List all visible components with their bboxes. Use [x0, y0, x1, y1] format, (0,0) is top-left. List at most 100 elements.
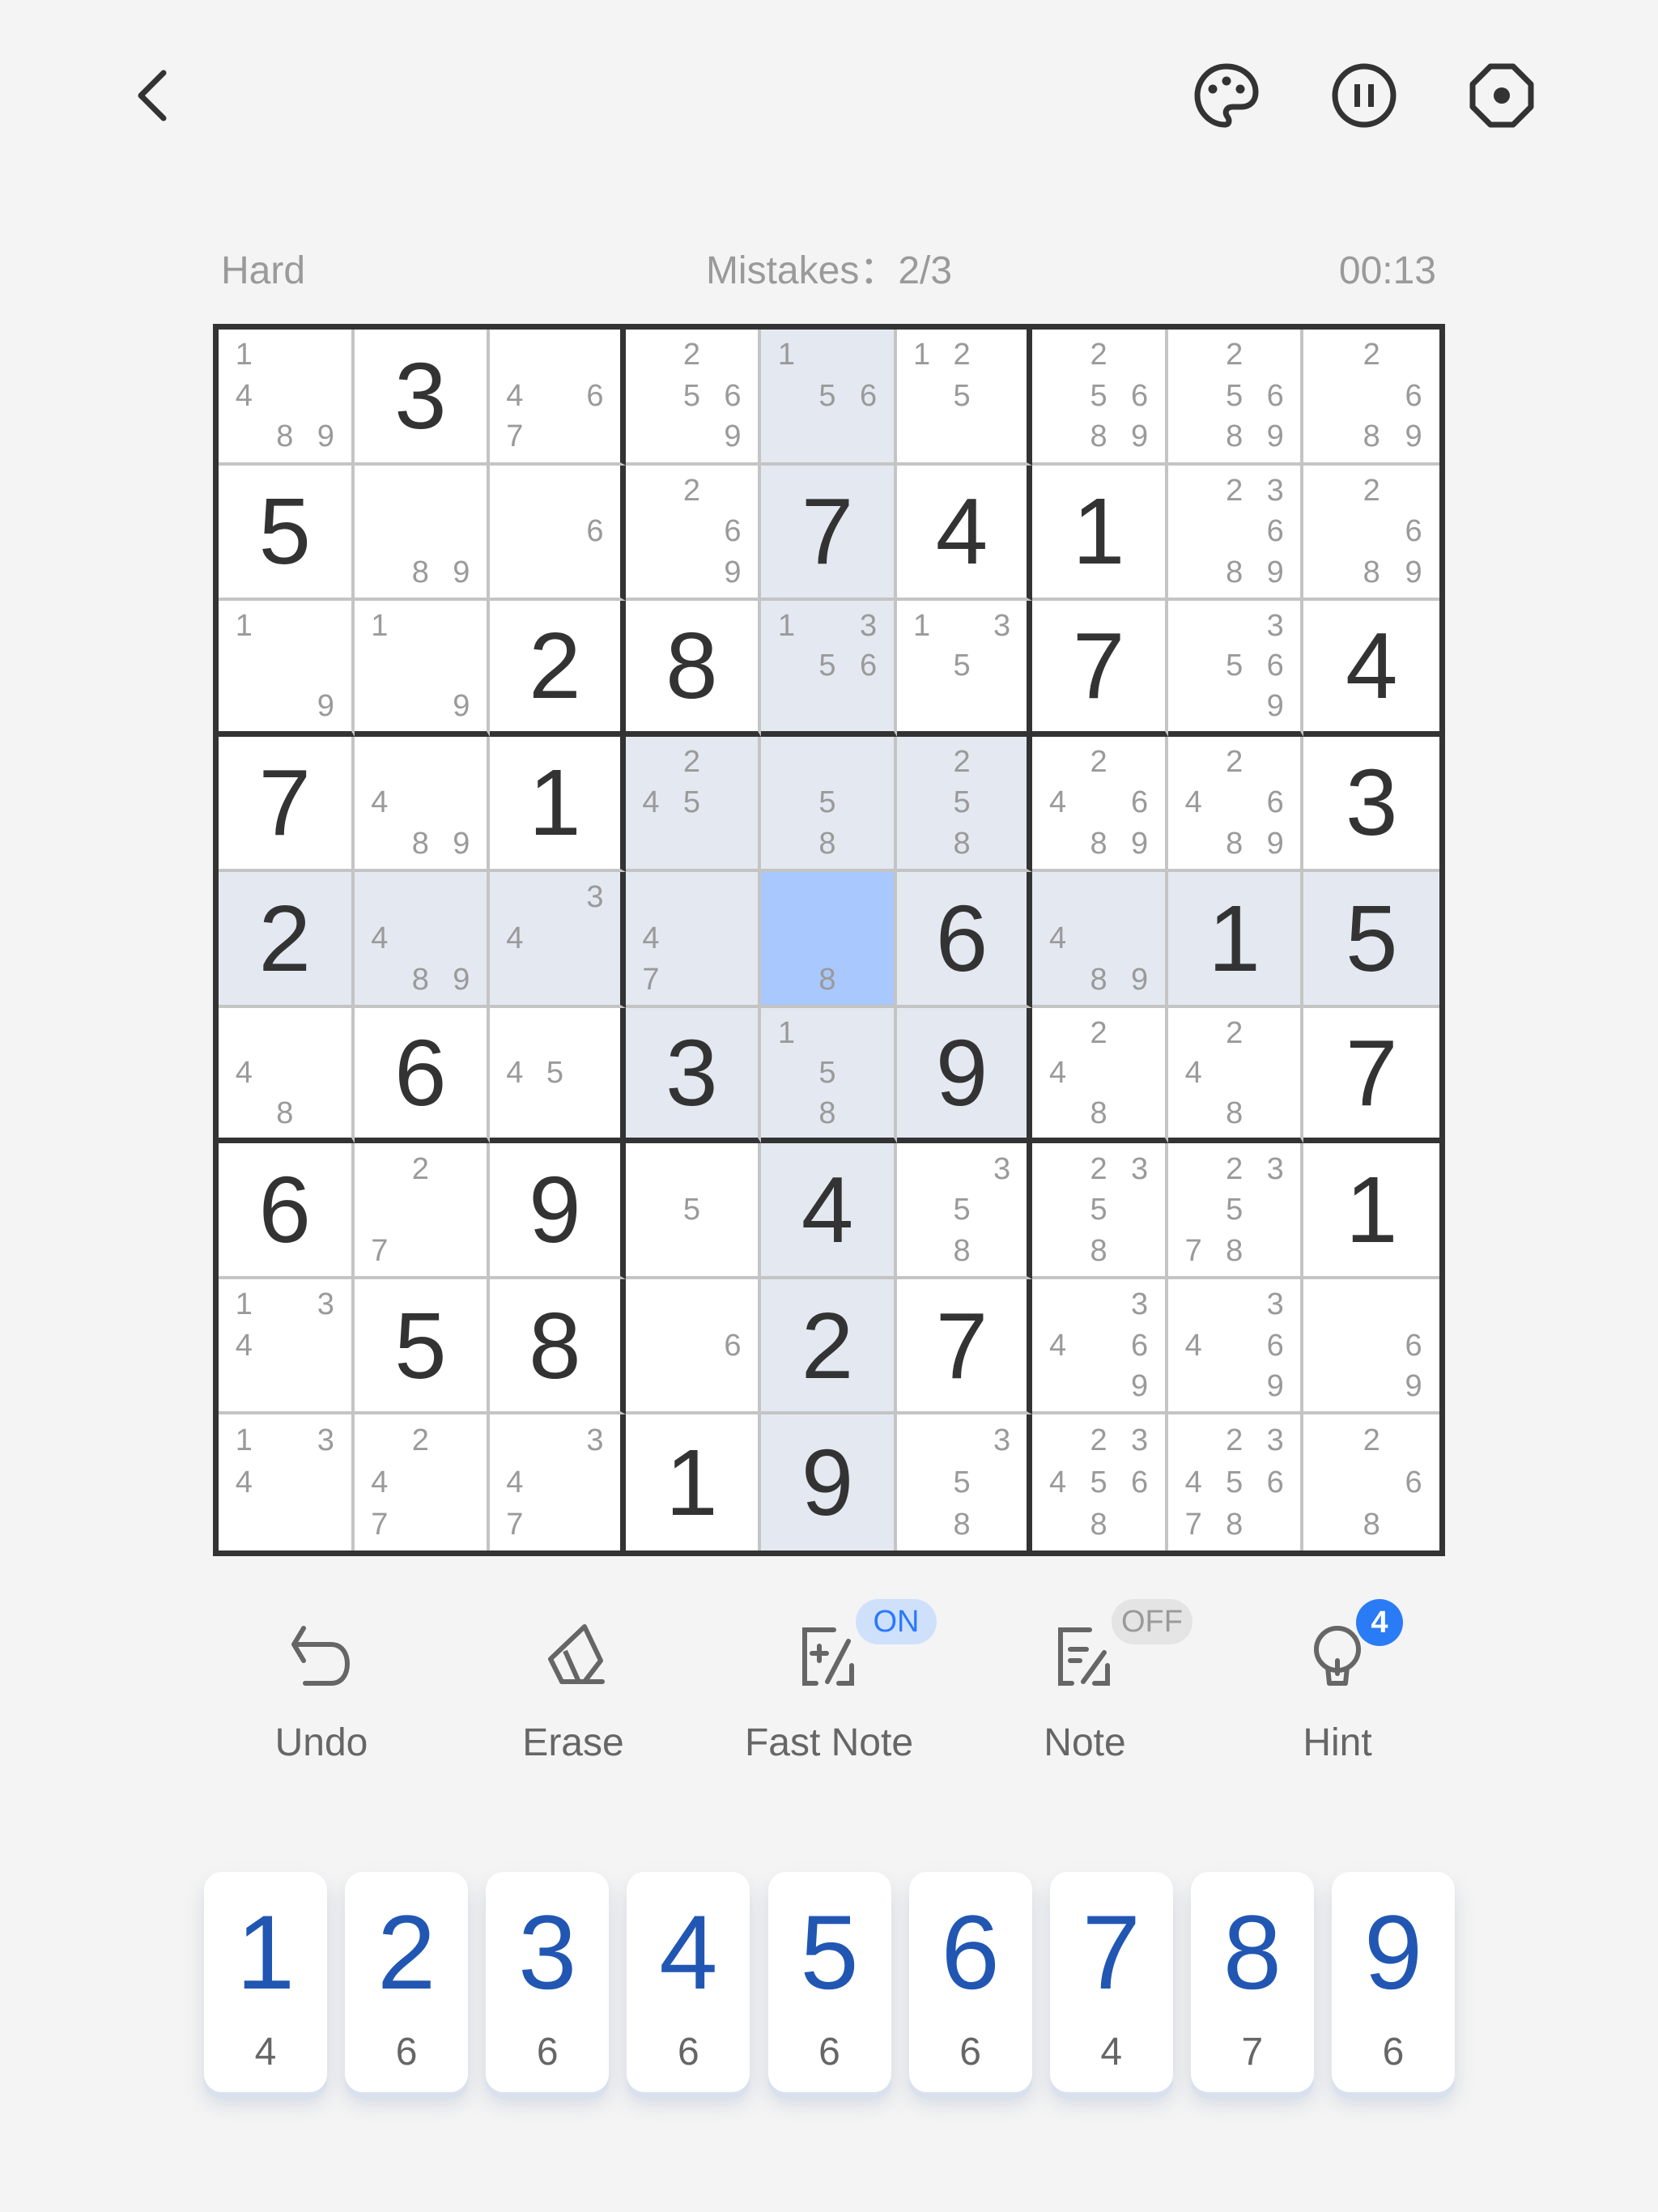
cell-r9-c9[interactable]: 268: [1303, 1414, 1439, 1551]
cell-r7-c9[interactable]: 1: [1303, 1143, 1439, 1279]
number-key-6[interactable]: 66: [908, 1872, 1032, 2092]
cell-r6-c4[interactable]: 3: [625, 1007, 762, 1144]
cell-r3-c2[interactable]: 19: [354, 601, 491, 737]
cell-r7-c1[interactable]: 6: [219, 1143, 355, 1279]
number-key-1[interactable]: 14: [204, 1872, 327, 2092]
cell-r3-c5[interactable]: 1 356: [761, 601, 897, 737]
number-key-5[interactable]: 56: [767, 1872, 891, 2092]
cell-r3-c9[interactable]: 4: [1303, 601, 1439, 737]
cell-r2-c5[interactable]: 7: [761, 465, 897, 602]
cell-r8-c2[interactable]: 5: [354, 1278, 491, 1415]
cell-r9-c1[interactable]: 1 3 4: [219, 1414, 355, 1551]
cell-r8-c4[interactable]: 6: [625, 1278, 762, 1415]
cell-r5-c3[interactable]: 34: [490, 872, 626, 1008]
cell-r8-c3[interactable]: 8: [490, 1278, 626, 1415]
cell-r1-c7[interactable]: 2 5689: [1032, 330, 1168, 466]
theme-button[interactable]: [1186, 55, 1267, 136]
cell-r4-c6[interactable]: 2 5 8: [896, 736, 1033, 873]
cell-r4-c8[interactable]: 24 689: [1167, 736, 1304, 873]
cell-r4-c3[interactable]: 1: [490, 736, 626, 873]
cell-r9-c4[interactable]: 1: [625, 1414, 762, 1551]
cell-r4-c2[interactable]: 489: [354, 736, 491, 873]
cell-r3-c7[interactable]: 7: [1032, 601, 1168, 737]
cell-r2-c9[interactable]: 2689: [1303, 465, 1439, 602]
cell-r2-c3[interactable]: 6: [490, 465, 626, 602]
cell-r5-c7[interactable]: 489: [1032, 872, 1168, 1008]
cell-r6-c7[interactable]: 248: [1032, 1007, 1168, 1144]
cell-r2-c1[interactable]: 5: [219, 465, 355, 602]
cell-r8-c5[interactable]: 2: [761, 1278, 897, 1415]
cell-r7-c7[interactable]: 235 8: [1032, 1143, 1168, 1279]
cell-r7-c5[interactable]: 4: [761, 1143, 897, 1279]
back-button[interactable]: [113, 55, 194, 136]
cell-r1-c8[interactable]: 2 5689: [1167, 330, 1304, 466]
cell-r2-c2[interactable]: 89: [354, 465, 491, 602]
cell-r9-c5[interactable]: 9: [761, 1414, 897, 1551]
number-key-7[interactable]: 74: [1049, 1872, 1173, 2092]
cell-r3-c1[interactable]: 19: [219, 601, 355, 737]
number-key-9[interactable]: 96: [1332, 1872, 1455, 2092]
cell-r2-c7[interactable]: 1: [1032, 465, 1168, 602]
cell-r2-c4[interactable]: 26 9: [625, 465, 762, 602]
cell-r7-c4[interactable]: 5: [625, 1143, 762, 1279]
cell-r5-c4[interactable]: 47: [625, 872, 762, 1008]
cell-r6-c8[interactable]: 248: [1167, 1007, 1304, 1144]
cell-r5-c6[interactable]: 6: [896, 872, 1033, 1008]
cell-r9-c6[interactable]: 35 8: [896, 1414, 1033, 1551]
pencil-mark: [400, 1504, 441, 1546]
cell-r1-c3[interactable]: 4 6 7: [490, 330, 626, 466]
settings-button[interactable]: [1461, 55, 1542, 136]
cell-r1-c5[interactable]: 156: [761, 330, 897, 466]
cell-r6-c3[interactable]: 45: [490, 1007, 626, 1144]
cell-r1-c9[interactable]: 2689: [1303, 330, 1439, 466]
cell-r8-c1[interactable]: 1 3 4: [219, 1278, 355, 1415]
cell-r5-c5[interactable]: 8: [761, 872, 897, 1008]
cell-r9-c2[interactable]: 24 7: [354, 1414, 491, 1551]
cell-r3-c3[interactable]: 2: [490, 601, 626, 737]
cell-r9-c7[interactable]: 23 4568: [1032, 1414, 1168, 1551]
pause-button[interactable]: [1324, 55, 1405, 136]
number-key-2[interactable]: 26: [345, 1872, 469, 2092]
cell-r5-c9[interactable]: 5: [1303, 872, 1439, 1008]
cell-r5-c1[interactable]: 2: [219, 872, 355, 1008]
cell-r5-c2[interactable]: 489: [354, 872, 491, 1008]
number-key-8[interactable]: 87: [1190, 1872, 1314, 2092]
cell-r5-c8[interactable]: 1: [1167, 872, 1304, 1008]
cell-r9-c3[interactable]: 3 4 7: [490, 1414, 626, 1551]
cell-r1-c6[interactable]: 12 5: [896, 330, 1033, 466]
hint-button[interactable]: 4 Hint: [1240, 1599, 1435, 1777]
cell-r1-c2[interactable]: 3: [354, 330, 491, 466]
cell-r8-c8[interactable]: 3 4 6 9: [1167, 1278, 1304, 1415]
cell-r4-c9[interactable]: 3: [1303, 736, 1439, 873]
cell-r3-c6[interactable]: 1 35: [896, 601, 1033, 737]
undo-button[interactable]: Undo: [224, 1599, 419, 1777]
cell-r1-c4[interactable]: 2 56 9: [625, 330, 762, 466]
cell-r8-c7[interactable]: 3 4 6 9: [1032, 1278, 1168, 1415]
cell-r6-c2[interactable]: 6: [354, 1007, 491, 1144]
cell-r8-c6[interactable]: 7: [896, 1278, 1033, 1415]
cell-r4-c4[interactable]: 245: [625, 736, 762, 873]
number-key-4[interactable]: 46: [627, 1872, 750, 2092]
cell-r3-c8[interactable]: 356 9: [1167, 601, 1304, 737]
cell-r6-c6[interactable]: 9: [896, 1007, 1033, 1144]
cell-r7-c3[interactable]: 9: [490, 1143, 626, 1279]
cell-r9-c8[interactable]: 23 456 78: [1167, 1414, 1304, 1551]
note-button[interactable]: OFF Note: [988, 1599, 1192, 1777]
cell-r6-c5[interactable]: 15 8: [761, 1007, 897, 1144]
cell-r6-c9[interactable]: 7: [1303, 1007, 1439, 1144]
number-key-3[interactable]: 36: [486, 1872, 610, 2092]
cell-r7-c8[interactable]: 23578: [1167, 1143, 1304, 1279]
cell-r8-c9[interactable]: 69: [1303, 1278, 1439, 1415]
cell-r2-c8[interactable]: 23 689: [1167, 465, 1304, 602]
cell-r4-c7[interactable]: 24 689: [1032, 736, 1168, 873]
cell-r1-c1[interactable]: 1 489: [219, 330, 355, 466]
cell-r6-c1[interactable]: 48: [219, 1007, 355, 1144]
cell-r4-c5[interactable]: 58: [761, 736, 897, 873]
cell-r7-c2[interactable]: 27: [354, 1143, 491, 1279]
cell-r7-c6[interactable]: 35 8: [896, 1143, 1033, 1279]
fast-note-button[interactable]: ON Fast Note: [732, 1599, 937, 1777]
cell-r3-c4[interactable]: 8: [625, 601, 762, 737]
cell-r4-c1[interactable]: 7: [219, 736, 355, 873]
erase-button[interactable]: Erase: [476, 1599, 670, 1777]
cell-r2-c6[interactable]: 4: [896, 465, 1033, 602]
